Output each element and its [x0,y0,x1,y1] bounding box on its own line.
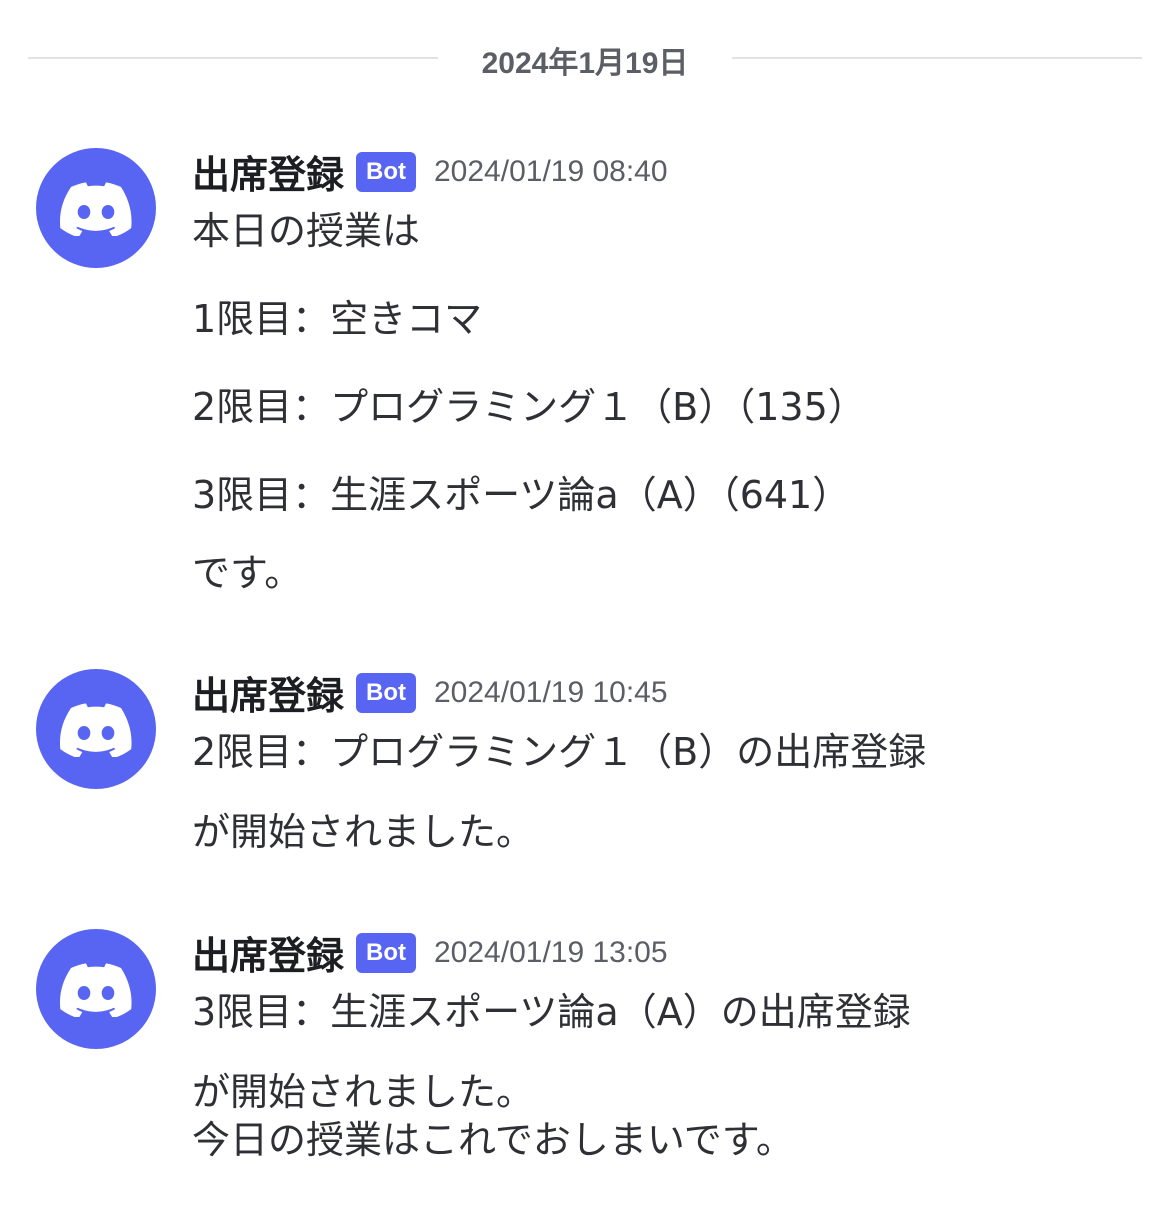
message-header: 出席登録 Bot 2024/01/19 08:40 [192,144,668,200]
bot-badge: Bot [356,932,416,973]
message-line: 本日の授業は [192,209,421,253]
message-content: 本日の授業は 1限目：空きコマ 2限目：プログラミング１（B）（135） 3限目… [192,208,1152,596]
message-line: 2限目：プログラミング１（B）（135） [192,385,866,429]
avatar[interactable] [36,669,156,789]
message-header: 出席登録 Bot 2024/01/19 13:05 [192,925,668,981]
avatar[interactable] [36,148,156,268]
message-line: 3限目：生涯スポーツ論a（A）（641） [192,473,851,517]
divider-line-right [732,57,1142,59]
message-line: 3限目：生涯スポーツ論a（A）の出席登録 [192,990,911,1034]
bot-badge: Bot [356,672,416,713]
message-content: 3限目：生涯スポーツ論a（A）の出席登録 が開始されました。 今日の授業はこれで… [192,989,1152,1163]
date-divider-label: 2024年1月19日 [481,47,689,80]
discord-logo-icon [60,963,132,1017]
message-line: が開始されました。 [192,1070,535,1114]
message-content: 2限目：プログラミング１（B）の出席登録 が開始されました。 [192,729,1152,855]
message-line: が開始されました。 [192,810,535,854]
message-line: 今日の授業はこれでおしまいです。 [192,1118,794,1162]
message-timestamp: 2024/01/19 13:05 [434,935,668,969]
discord-logo-icon [60,703,132,757]
date-divider: 2024年1月19日 [28,30,1142,86]
username[interactable]: 出席登録 [192,665,344,720]
bot-badge: Bot [356,151,416,192]
username[interactable]: 出席登録 [192,925,344,980]
divider-line-left [28,57,438,59]
username[interactable]: 出席登録 [192,144,344,199]
message-line: 1限目：空きコマ [192,297,483,341]
message-header: 出席登録 Bot 2024/01/19 10:45 [192,665,668,721]
discord-logo-icon [60,182,132,236]
message-timestamp: 2024/01/19 08:40 [434,154,668,188]
message-line: 2限目：プログラミング１（B）の出席登録 [192,730,927,774]
message-timestamp: 2024/01/19 10:45 [434,675,668,709]
message-line: です。 [192,551,303,595]
avatar[interactable] [36,929,156,1049]
